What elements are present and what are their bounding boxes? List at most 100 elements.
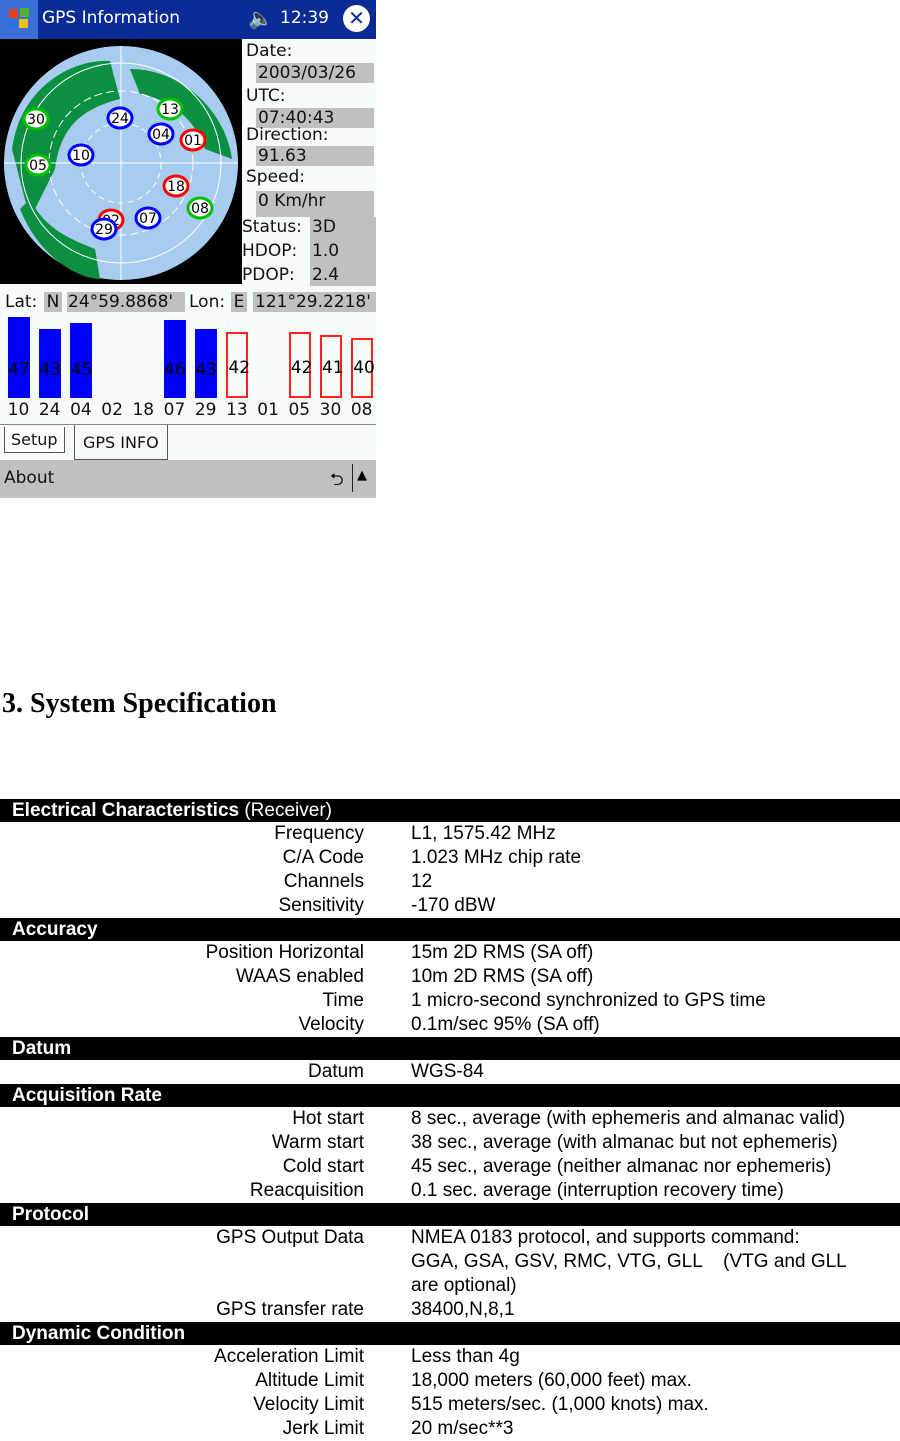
satellite-prn: 24 [38,400,61,420]
lat-value: 24°59.8868' [67,292,185,312]
section-heading: 3. System Specification [2,688,277,719]
date-label: Date: [246,41,293,61]
spec-row: are optional) [0,1274,900,1298]
snr-label: 42 [228,358,251,378]
tab-setup[interactable]: Setup [4,427,65,453]
spec-row: Warm start 38 sec., average (with almanac… [0,1131,900,1155]
status-value: 3D [312,217,336,237]
lat-label: Lat: [5,292,38,312]
tab-gps-info[interactable]: GPS INFO [74,425,168,460]
about-menu[interactable]: About [4,468,54,488]
spec-key: C/A Code [282,847,364,868]
divider [352,464,353,492]
menu-bar: About ⮌ ▲ [0,460,376,498]
satellite-prn-label: 18 [167,179,185,195]
section-subtitle: (Receiver) [239,800,332,821]
snr-label: 40 [353,358,375,378]
satellite-prn-label: 24 [111,111,129,127]
hdop-label: HDOP: [242,241,298,261]
spec-value: GGA, GSA, GSV, RMC, VTG, GLL (VTG and GL… [411,1251,847,1272]
spec-key [0,1250,364,1274]
spec-key: Jerk Limit [282,1418,364,1439]
lon-label: Lon: [189,292,226,312]
satellite-prn-label: 05 [29,158,47,174]
satellite-prn-label: 13 [161,102,179,118]
spec-section-header: Acquisition Rate [0,1084,900,1107]
spec-section-header: Electrical Characteristics (Receiver) [0,799,900,822]
section-title: Datum [12,1038,72,1059]
sip-up-arrow-icon[interactable]: ▲ [357,468,367,483]
lon-hemisphere: E [231,292,247,312]
satellite-prn: 18 [132,400,155,420]
spec-key: Datum [308,1061,364,1082]
signal-bar: 46 [164,320,186,398]
spec-row: Hot start 8 sec., average (with ephemeris… [0,1107,900,1131]
spec-value: 38 sec., average (with almanac but not e… [411,1132,838,1153]
hdop-value: 1.0 [312,241,340,261]
snr-label: 45 [70,360,93,380]
satellite-prn-label: 01 [184,133,202,149]
close-icon: ✕ [348,6,365,30]
speaker-icon[interactable]: 🔈 [248,6,273,30]
pdop-label: PDOP: [242,265,295,285]
gps-info-panel: Date: 2003/03/26 UTC: 07:40:43 Direction… [242,39,376,286]
signal-bar: 43 [195,329,218,398]
satellite-sky-view: 023005102413040118080729 [0,39,242,284]
spec-row: Velocity 0.1m/sec 95% (SA off) [0,1013,900,1037]
spec-value: 20 m/sec**3 [411,1418,514,1439]
satellite-prn-label: 30 [27,112,45,128]
status-label: Status: [242,217,302,237]
spec-value: 8 sec., average (with ephemeris and alma… [411,1108,846,1129]
spec-row: GGA, GSA, GSV, RMC, VTG, GLL (VTG and GL… [0,1250,900,1274]
section-title: Dynamic Condition [12,1323,186,1344]
spec-key: Velocity [298,1014,364,1035]
spec-key: Reacquisition [249,1180,364,1201]
section-title: Protocol [12,1204,90,1225]
spec-key: Acceleration Limit [214,1346,364,1367]
spec-row: GPS Output Data NMEA 0183 protocol, and s… [0,1226,900,1250]
signal-bar: 47 [8,317,30,398]
spec-key: Position Horizontal [205,942,364,963]
signal-strength-chart: 10 47 24 43 04 45 02 18 07 46 29 43 13 42 01 05 42 30 41 08… [0,317,376,420]
snr-label: 42 [290,358,313,378]
snr-label: 43 [195,360,217,380]
spec-value: 15m 2D RMS (SA off) [411,942,594,963]
spec-value: Less than 4g [411,1346,520,1367]
spec-key: Sensitivity [278,895,364,916]
satellite-prn: 07 [163,400,186,420]
sky-plot: 023005102413040118080729 [4,46,238,280]
signal-bar: 42 [226,332,251,398]
section-title: Electrical Characteristics [12,800,240,821]
spec-key: Warm start [271,1132,364,1153]
input-switch-icon[interactable]: ⮌ [330,467,344,496]
signal-bar: 43 [39,329,62,398]
spec-row: Acceleration Limit Less than 4g [0,1345,900,1369]
spec-value: 1.023 MHz chip rate [411,847,582,868]
spec-value: NMEA 0183 protocol, and supports command… [411,1227,800,1248]
spec-value: 12 [411,871,433,892]
spec-row: Reacquisition 0.1 sec. average (interrupt… [0,1179,900,1203]
spec-row: Jerk Limit 20 m/sec**3 [0,1417,900,1441]
pdop-value: 2.4 [312,265,340,285]
satellite-prn: 02 [101,400,123,420]
satellite-prn-label: 29 [95,222,113,238]
spec-value: 45 sec., average (neither almanac nor ep… [411,1156,832,1177]
close-button[interactable]: ✕ [343,5,370,32]
spec-key [0,1274,364,1298]
start-button[interactable] [0,0,38,39]
lon-value: 121°29.2218' [253,292,376,312]
spec-value: are optional) [411,1275,517,1296]
spec-value: 10m 2D RMS (SA off) [411,966,594,987]
signal-bar: 40 [351,338,375,398]
windows-flag-icon [8,8,29,29]
spec-key: Altitude Limit [255,1370,364,1391]
spec-row: Velocity Limit 515 meters/sec. (1,000 kno… [0,1393,900,1417]
satellite-prn: 08 [350,400,373,420]
clock[interactable]: 12:39 [280,8,329,28]
title-bar: GPS Information 🔈 12:39 ✕ [0,0,376,39]
section-title: Acquisition Rate [12,1085,162,1106]
spec-value: 38400,N,8,1 [411,1299,515,1320]
spec-key: Hot start [292,1108,364,1129]
satellite-prn: 01 [257,400,279,420]
speed-label: Speed: [246,167,306,187]
